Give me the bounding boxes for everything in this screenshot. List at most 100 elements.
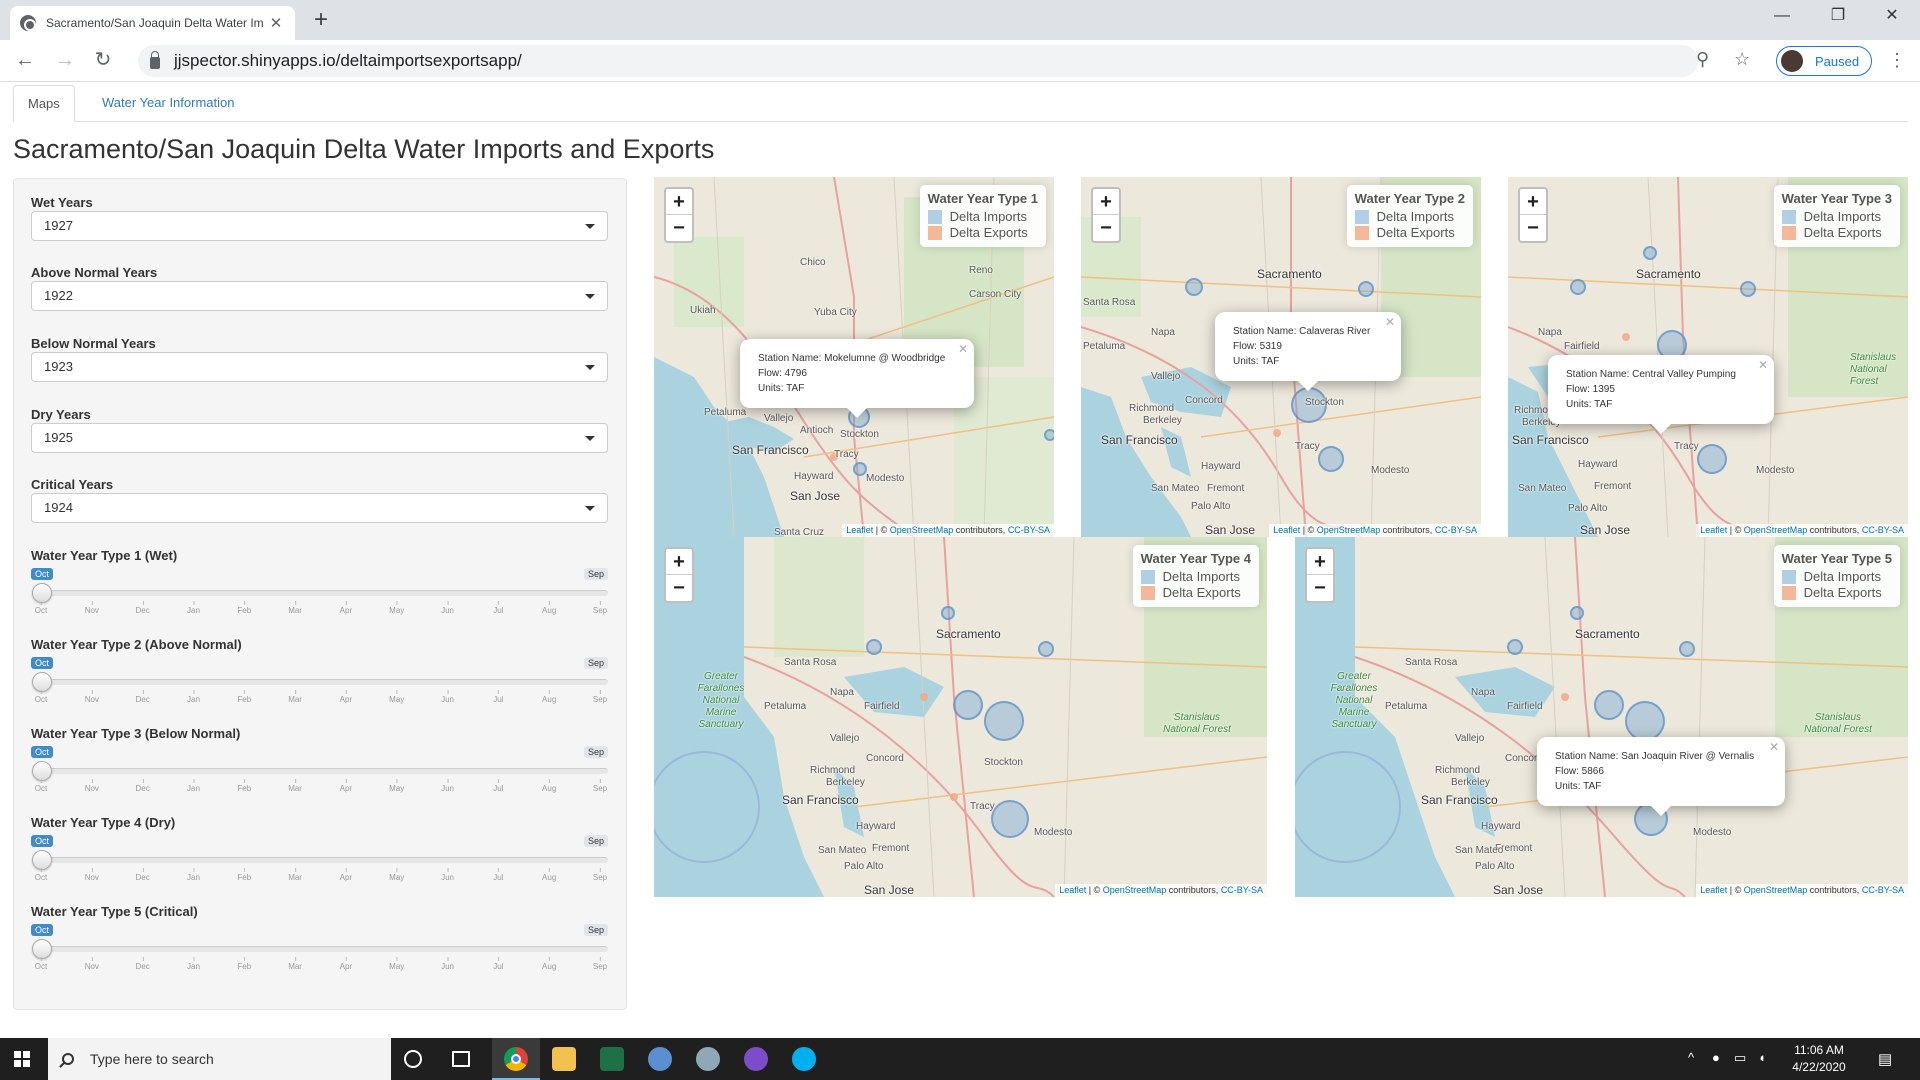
export-station-marker[interactable] [920, 693, 928, 701]
tab-maps[interactable]: Maps [13, 85, 75, 122]
slider-handle[interactable] [32, 761, 52, 781]
leaflet-link[interactable]: Leaflet [1700, 885, 1727, 895]
import-station-marker[interactable] [1044, 429, 1054, 441]
popup-close-icon[interactable]: ✕ [1385, 315, 1395, 330]
import-station-marker[interactable] [1358, 281, 1374, 297]
slider-track[interactable] [41, 946, 608, 952]
month-slider-critical[interactable]: Oct Sep Oct Nov Dec Jan Feb Mar Apr May Jun Jul Aug S… [31, 924, 608, 984]
map-water-year-type-2[interactable]: Sacramento Santa Rosa Petaluma Napa Vall… [1081, 177, 1481, 537]
osm-link[interactable]: OpenStreetMap [890, 525, 954, 535]
slider-track[interactable] [41, 590, 608, 596]
license-link[interactable]: CC-BY-SA [1435, 525, 1477, 535]
zoom-out-button[interactable]: − [666, 575, 692, 601]
task-view-icon[interactable] [452, 1051, 470, 1067]
address-bar[interactable]: jjspector.shinyapps.io/deltaimportsexpor… [138, 45, 1698, 77]
tab-water-year-information[interactable]: Water Year Information [88, 85, 248, 122]
import-station-marker[interactable] [1697, 444, 1727, 474]
import-station-marker[interactable] [1570, 279, 1586, 295]
taskbar-search-box[interactable]: Type here to search [48, 1038, 391, 1080]
dry-years-select[interactable]: 1925 [31, 423, 608, 453]
slider-track[interactable] [41, 768, 608, 774]
osm-link[interactable]: OpenStreetMap [1103, 885, 1167, 895]
leaflet-link[interactable]: Leaflet [1700, 525, 1727, 535]
critical-years-select[interactable]: 1924 [31, 493, 608, 523]
import-station-marker[interactable] [991, 800, 1029, 838]
below-normal-years-select[interactable]: 1923 [31, 352, 608, 382]
license-link[interactable]: CC-BY-SA [1862, 525, 1904, 535]
import-station-marker[interactable] [1643, 246, 1657, 260]
notification-icon[interactable]: ▤ [1878, 1050, 1892, 1068]
osm-link[interactable]: OpenStreetMap [1744, 525, 1808, 535]
export-station-marker[interactable] [1273, 429, 1281, 437]
close-tab-icon[interactable]: ✕ [267, 14, 285, 32]
more-menu-icon[interactable]: ⋮ [1888, 50, 1906, 71]
import-station-marker[interactable] [1185, 278, 1203, 296]
import-station-marker[interactable] [941, 606, 955, 620]
slider-handle[interactable] [32, 672, 52, 692]
leaflet-link[interactable]: Leaflet [1273, 525, 1300, 535]
import-station-marker[interactable] [853, 462, 867, 476]
import-station-marker[interactable] [1038, 641, 1054, 657]
microphone-icon[interactable]: ● [1712, 1050, 1720, 1065]
license-link[interactable]: CC-BY-SA [1221, 885, 1263, 895]
zoom-in-button[interactable]: + [666, 549, 692, 575]
volume-icon[interactable]: ◖ [1758, 1050, 1766, 1065]
export-station-marker[interactable] [950, 793, 958, 801]
app-icon[interactable] [744, 1047, 768, 1071]
import-station-marker[interactable] [1594, 690, 1624, 720]
osm-link[interactable]: OpenStreetMap [1744, 885, 1808, 895]
map-water-year-type-3[interactable]: Sacramento Napa Fairfield Richmond Berke… [1508, 177, 1908, 537]
chrome-taskbar-button[interactable] [492, 1038, 540, 1080]
tray-chevron-icon[interactable]: ^ [1688, 1050, 1694, 1065]
import-station-marker[interactable] [953, 690, 983, 720]
cortana-icon[interactable] [404, 1050, 422, 1068]
import-station-marker[interactable] [1740, 281, 1756, 297]
osm-link[interactable]: OpenStreetMap [1317, 525, 1381, 535]
zoom-in-button[interactable]: + [1093, 189, 1119, 215]
zoom-in-button[interactable]: + [666, 189, 692, 215]
app-icon[interactable] [696, 1047, 720, 1071]
month-slider-above-normal[interactable]: Oct Sep Oct Nov Dec Jan Feb Mar Apr May Jun Jul Aug S… [31, 657, 608, 717]
forward-icon[interactable]: → [52, 48, 78, 72]
battery-icon[interactable]: ▭ [1734, 1050, 1746, 1066]
above-normal-years-select[interactable]: 1922 [31, 281, 608, 311]
map-water-year-type-4[interactable]: Sacramento Santa Rosa Napa Fairfield Pet… [654, 537, 1267, 897]
leaflet-link[interactable]: Leaflet [1059, 885, 1086, 895]
zoom-in-button[interactable]: + [1520, 189, 1546, 215]
restore-icon[interactable]: ❐ [1818, 4, 1858, 28]
profile-button[interactable]: Paused [1776, 46, 1872, 76]
back-icon[interactable]: ← [12, 48, 38, 72]
zoom-out-button[interactable]: − [1093, 215, 1119, 241]
month-slider-below-normal[interactable]: Oct Sep Oct Nov Dec Jan Feb Mar Apr May Jun Jul Aug S… [31, 746, 608, 806]
slider-track[interactable] [41, 857, 608, 863]
minimize-icon[interactable]: — [1762, 4, 1802, 28]
export-station-marker[interactable] [1622, 333, 1630, 341]
import-station-marker[interactable] [1507, 639, 1523, 655]
month-slider-wet[interactable]: Oct Sep Oct Nov Dec Jan Feb Mar Apr May Jun Jul Aug S… [31, 568, 608, 628]
import-station-marker[interactable] [1318, 446, 1344, 472]
popup-close-icon[interactable]: ✕ [958, 342, 968, 357]
slider-handle[interactable] [32, 850, 52, 870]
import-station-marker[interactable] [1625, 701, 1665, 741]
slider-track[interactable] [41, 679, 608, 685]
reload-icon[interactable]: ↻ [90, 48, 116, 72]
zoom-out-button[interactable]: − [1520, 215, 1546, 241]
month-slider-dry[interactable]: Oct Sep Oct Nov Dec Jan Feb Mar Apr May Jun Jul Aug S… [31, 835, 608, 895]
license-link[interactable]: CC-BY-SA [1008, 525, 1050, 535]
zoom-out-button[interactable]: − [666, 215, 692, 241]
import-station-marker[interactable] [984, 701, 1024, 741]
r-icon[interactable] [648, 1047, 672, 1071]
excel-icon[interactable] [600, 1047, 624, 1071]
bookmark-star-icon[interactable]: ☆ [1734, 49, 1750, 70]
slider-handle[interactable] [32, 939, 52, 959]
import-station-marker[interactable] [866, 639, 882, 655]
taskbar-clock[interactable]: 11:06 AM 4/22/2020 [1780, 1042, 1858, 1076]
export-station-marker[interactable] [1561, 693, 1569, 701]
zoom-icon[interactable]: ⚲ [1696, 49, 1709, 70]
windows-start-icon[interactable] [14, 1051, 30, 1067]
license-link[interactable]: CC-BY-SA [1862, 885, 1904, 895]
popup-close-icon[interactable]: ✕ [1769, 740, 1779, 755]
skype-icon[interactable] [792, 1047, 816, 1071]
slider-handle[interactable] [32, 583, 52, 603]
new-tab-icon[interactable]: + [314, 6, 328, 34]
